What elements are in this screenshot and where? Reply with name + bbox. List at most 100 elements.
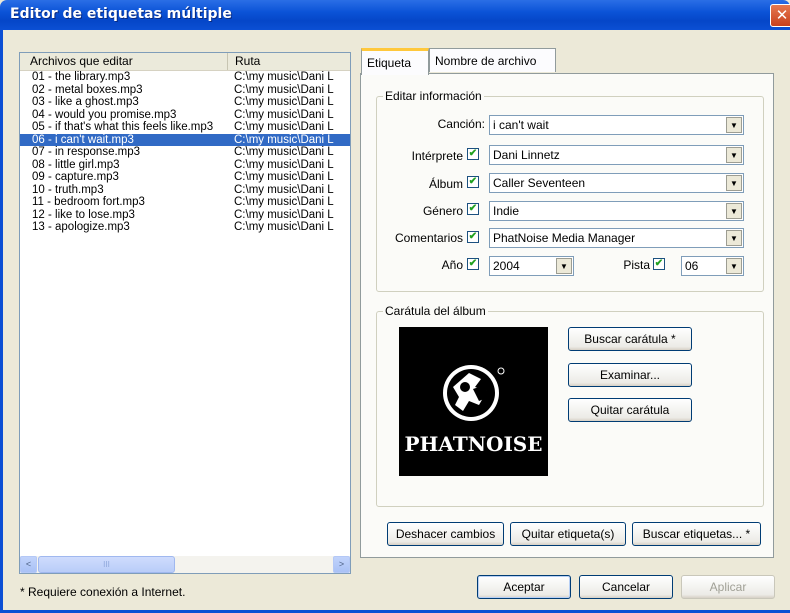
chevron-down-icon[interactable]: ▼ <box>726 230 742 246</box>
file-name: 07 - in response.mp3 <box>32 146 141 158</box>
close-button[interactable]: ✕ <box>770 4 790 27</box>
column-header-files[interactable]: Archivos que editar <box>20 53 228 70</box>
file-name: 01 - the library.mp3 <box>32 71 131 83</box>
file-path: C:\my music\Dani L <box>234 196 334 208</box>
artist-value: Dani Linnetz <box>493 148 560 162</box>
chevron-down-icon[interactable]: ▼ <box>726 117 742 133</box>
file-path: C:\my music\Dani L <box>234 171 334 183</box>
file-list-row[interactable]: 13 - apologize.mp3 C:\my music\Dani L <box>20 221 350 234</box>
remove-cover-button[interactable]: Quitar carátula <box>568 398 692 422</box>
window-title: Editor de etiquetas múltiple <box>10 6 232 22</box>
tab-nombre-de-archivo[interactable]: Nombre de archivo <box>429 48 556 72</box>
file-list-row[interactable]: 01 - the library.mp3 C:\my music\Dani L <box>20 71 350 84</box>
search-tags-button[interactable]: Buscar etiquetas... * <box>632 522 761 546</box>
track-checkbox[interactable]: ✔ <box>653 258 665 270</box>
file-name: 04 - would you promise.mp3 <box>32 108 177 121</box>
file-path: C:\my music\Dani L <box>234 83 334 96</box>
apply-button[interactable]: Aplicar <box>681 575 775 599</box>
scroll-thumb[interactable]: III <box>38 556 175 573</box>
file-list-row[interactable]: 10 - truth.mp3 C:\my music\Dani L <box>20 184 350 197</box>
artist-combo[interactable]: Dani Linnetz ▼ <box>489 145 744 165</box>
comments-combo[interactable]: PhatNoise Media Manager ▼ <box>489 228 744 248</box>
undo-changes-button[interactable]: Deshacer cambios <box>387 522 504 546</box>
comments-checkbox[interactable]: ✔ <box>467 231 479 243</box>
file-list-row[interactable]: 04 - would you promise.mp3 C:\my music\Da… <box>20 109 350 122</box>
year-combo[interactable]: 2004 ▼ <box>489 256 574 276</box>
chevron-down-icon[interactable]: ▼ <box>726 175 742 191</box>
tab-etiqueta[interactable]: Etiqueta <box>361 48 429 75</box>
year-label: Año <box>441 258 463 272</box>
file-path: C:\my music\Dani L <box>234 108 334 121</box>
comments-label: Comentarios <box>394 231 463 245</box>
cover-group-label: Carátula del álbum <box>383 304 488 318</box>
year-checkbox[interactable]: ✔ <box>467 258 479 270</box>
artist-label: Intérprete <box>411 149 463 163</box>
year-value: 2004 <box>493 259 520 273</box>
internet-note: * Requiere conexión a Internet. <box>20 585 186 599</box>
file-path: C:\my music\Dani L <box>234 221 334 233</box>
horizontal-scrollbar[interactable]: < III > <box>20 556 350 573</box>
file-list-row[interactable]: 11 - bedroom fort.mp3 C:\my music\Dani L <box>20 196 350 209</box>
file-path: C:\my music\Dani L <box>234 146 334 158</box>
song-combo[interactable]: i can't wait ▼ <box>489 115 744 135</box>
file-name: 02 - metal boxes.mp3 <box>32 83 143 96</box>
scroll-left-arrow[interactable]: < <box>20 556 37 573</box>
file-path: C:\my music\Dani L <box>234 96 334 108</box>
file-name: 06 - i can't wait.mp3 <box>32 133 134 146</box>
file-name: 08 - little girl.mp3 <box>32 158 120 171</box>
file-name: 12 - like to lose.mp3 <box>32 208 135 221</box>
remove-tags-button[interactable]: Quitar etiqueta(s) <box>510 522 626 546</box>
file-path: C:\my music\Dani L <box>234 133 334 146</box>
file-name: 11 - bedroom fort.mp3 <box>32 196 145 208</box>
file-list-row[interactable]: 09 - capture.mp3 C:\my music\Dani L <box>20 171 350 184</box>
file-path: C:\my music\Dani L <box>234 208 334 221</box>
file-name: 09 - capture.mp3 <box>32 171 119 183</box>
file-path: C:\my music\Dani L <box>234 183 334 196</box>
track-value: 06 <box>685 259 699 273</box>
window-frame-left <box>0 30 3 613</box>
genre-label: Género <box>422 204 463 218</box>
file-list-row[interactable]: 06 - i can't wait.mp3 C:\my music\Dani L <box>20 133 350 146</box>
track-combo[interactable]: 06 ▼ <box>681 256 744 276</box>
title-bar: Editor de etiquetas múltiple ✕ <box>0 0 790 30</box>
browse-button[interactable]: Examinar... <box>568 363 692 387</box>
file-list-row[interactable]: 12 - like to lose.mp3 C:\my music\Dani L <box>20 209 350 222</box>
genre-value: Indie <box>493 204 520 218</box>
file-path: C:\my music\Dani L <box>234 121 334 133</box>
logo-text: PHATNOISE <box>404 432 543 456</box>
artist-checkbox[interactable]: ✔ <box>467 148 479 160</box>
chevron-down-icon[interactable]: ▼ <box>556 258 572 274</box>
cancel-button[interactable]: Cancelar <box>579 575 673 599</box>
file-path: C:\my music\Dani L <box>234 71 334 83</box>
genre-combo[interactable]: Indie ▼ <box>489 201 744 221</box>
chevron-down-icon[interactable]: ▼ <box>726 203 742 219</box>
file-list-row[interactable]: 05 - if that's what this feels like.mp3 C… <box>20 121 350 134</box>
album-cover-image: PHATNOISE <box>399 327 548 476</box>
file-list-rows: 01 - the library.mp3 C:\my music\Dani L 02… <box>20 71 350 234</box>
edit-info-group-label: Editar información <box>383 89 484 103</box>
album-checkbox[interactable]: ✔ <box>467 176 479 188</box>
column-header-path[interactable]: Ruta <box>229 53 350 70</box>
song-value: i can't wait <box>493 118 549 132</box>
file-list-header: Archivos que editar Ruta <box>20 53 350 71</box>
file-list-row[interactable]: 03 - like a ghost.mp3 C:\my music\Dani L <box>20 96 350 109</box>
chevron-down-icon[interactable]: ▼ <box>726 258 742 274</box>
scroll-right-arrow[interactable]: > <box>333 556 350 573</box>
file-name: 10 - truth.mp3 <box>32 183 104 196</box>
album-combo[interactable]: Caller Seventeen ▼ <box>489 173 744 193</box>
album-value: Caller Seventeen <box>493 176 586 190</box>
file-list-row[interactable]: 02 - metal boxes.mp3 C:\my music\Dani L <box>20 84 350 97</box>
genre-checkbox[interactable]: ✔ <box>467 203 479 215</box>
chevron-down-icon[interactable]: ▼ <box>726 147 742 163</box>
song-label: Canción: <box>437 117 485 131</box>
comments-value: PhatNoise Media Manager <box>493 231 636 245</box>
file-path: C:\my music\Dani L <box>234 158 334 171</box>
album-label: Álbum <box>428 177 463 191</box>
file-name: 13 - apologize.mp3 <box>32 221 130 233</box>
file-list-row[interactable]: 08 - little girl.mp3 C:\my music\Dani L <box>20 159 350 172</box>
file-name: 05 - if that's what this feels like.mp3 <box>32 121 214 133</box>
ok-button[interactable]: Aceptar <box>477 575 571 599</box>
file-list-row[interactable]: 07 - in response.mp3 C:\my music\Dani L <box>20 146 350 159</box>
search-cover-button[interactable]: Buscar carátula * <box>568 327 692 351</box>
file-list[interactable]: Archivos que editar Ruta 01 - the librar… <box>19 52 351 574</box>
